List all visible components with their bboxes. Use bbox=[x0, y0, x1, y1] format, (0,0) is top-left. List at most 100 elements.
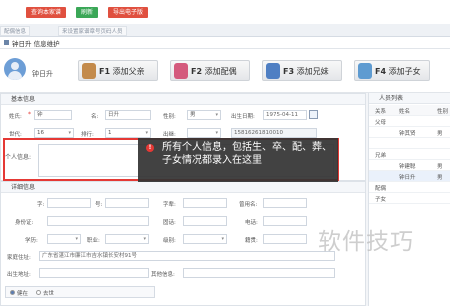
sex-cell: 男 bbox=[437, 175, 443, 181]
export-button[interactable]: 导出电子版 bbox=[108, 7, 148, 18]
calendar-icon[interactable] bbox=[309, 110, 318, 119]
name-cell: 钟日升 bbox=[399, 175, 416, 181]
grid-icon bbox=[4, 40, 9, 45]
address-field[interactable]: 广东省湛江市廉江市吉水镇长安村91号 bbox=[39, 251, 335, 261]
generation-char-field[interactable] bbox=[183, 198, 227, 208]
top-toolbar: 查询本家谱 刷新 导出电子版 bbox=[0, 0, 450, 24]
list-item[interactable]: 兄弟 bbox=[369, 149, 450, 160]
relation-cell: 配偶 bbox=[375, 186, 387, 192]
occupation-label: 职业: bbox=[87, 238, 100, 244]
watermark: 软件技巧 bbox=[318, 229, 414, 255]
required-mark: * bbox=[28, 111, 31, 118]
list-item[interactable]: 配偶 bbox=[369, 182, 450, 193]
origin-select[interactable] bbox=[187, 128, 221, 138]
courtesy-name-field[interactable] bbox=[47, 198, 91, 208]
deceased-radio[interactable] bbox=[36, 290, 41, 295]
member-list-header: 关系 姓名 性别 bbox=[369, 105, 450, 116]
action-label: 添加子女 bbox=[388, 67, 421, 76]
art-name-field[interactable] bbox=[105, 198, 149, 208]
id-number-field[interactable]: 15816261810010 bbox=[231, 128, 317, 138]
occupation-select[interactable] bbox=[105, 234, 149, 244]
rank-label: 排行: bbox=[81, 132, 94, 138]
add-spouse-button[interactable]: F2 添加配偶 bbox=[170, 60, 250, 81]
birth-date-label: 出生日期: bbox=[231, 114, 255, 120]
warning-icon: ! bbox=[146, 144, 154, 152]
tab-bar: 配偶信息 来设置家谱章号页码人员 bbox=[0, 24, 450, 37]
profile-strip: 钟日升 F1 添加父亲 F2 添加配偶 F3 添加兄妹 F4 添加子女 bbox=[0, 49, 450, 93]
list-item[interactable]: 钟日升 男 bbox=[369, 171, 450, 182]
shortcut-key: F1 bbox=[99, 67, 111, 76]
surname-label: 姓氏: bbox=[9, 114, 22, 120]
title-bar: 钟日升 信息维护 bbox=[0, 37, 450, 49]
native-place-field[interactable] bbox=[263, 234, 307, 244]
page-title: 钟日升 信息维护 bbox=[12, 40, 60, 48]
courtesy-name-label: 字: bbox=[37, 202, 45, 208]
given-name-field[interactable]: 日升 bbox=[105, 110, 151, 120]
given-name-label: 名: bbox=[91, 114, 99, 120]
birth-date-field[interactable]: 1975-04-11 bbox=[263, 110, 307, 120]
member-list-panel: 人员列表 关系 姓名 性别 父母 钟其贤 男 兄弟 钟建聪 男 钟日升 男 配偶… bbox=[368, 93, 450, 306]
name-cell: 钟其贤 bbox=[399, 131, 416, 137]
origin-label: 出继: bbox=[163, 132, 176, 138]
phone-label: 电话: bbox=[245, 220, 258, 226]
name-cell: 钟建聪 bbox=[399, 164, 416, 170]
relation-cell: 子女 bbox=[375, 197, 387, 203]
query-genealogy-button[interactable]: 查询本家谱 bbox=[26, 7, 66, 18]
spouse-icon bbox=[174, 63, 188, 79]
gender-select[interactable]: 男 bbox=[187, 110, 221, 120]
alive-radio[interactable] bbox=[10, 290, 15, 295]
status-radio-group: 健在 去世 bbox=[5, 286, 155, 298]
refresh-button[interactable]: 刷新 bbox=[76, 7, 98, 18]
add-father-button[interactable]: F1 添加父亲 bbox=[78, 60, 158, 81]
education-select[interactable] bbox=[47, 234, 81, 244]
education-label: 学历: bbox=[25, 238, 38, 244]
tab-page-setting[interactable]: 来设置家谱章号页码人员 bbox=[58, 26, 127, 36]
section-header: 人员列表 bbox=[369, 93, 450, 104]
list-item[interactable]: 父母 bbox=[369, 116, 450, 127]
avatar bbox=[4, 58, 26, 80]
column-header: 关系 bbox=[375, 109, 387, 115]
birthplace-field[interactable] bbox=[39, 268, 149, 278]
former-name-label: 曾用名: bbox=[239, 202, 258, 208]
former-name-field[interactable] bbox=[263, 198, 307, 208]
list-item[interactable] bbox=[369, 138, 450, 149]
column-header: 姓名 bbox=[399, 109, 411, 115]
other-info-field[interactable] bbox=[183, 268, 335, 278]
father-icon bbox=[82, 63, 96, 79]
tab-spouse-info[interactable]: 配偶信息 bbox=[0, 26, 31, 36]
alive-label: 健在 bbox=[17, 291, 29, 297]
landline-label: 固话: bbox=[163, 220, 176, 226]
relation-cell: 兄弟 bbox=[375, 153, 387, 159]
list-item[interactable]: 钟其贤 男 bbox=[369, 127, 450, 138]
person-name: 钟日升 bbox=[32, 70, 53, 78]
add-sibling-button[interactable]: F3 添加兄妹 bbox=[262, 60, 342, 81]
shortcut-key: F3 bbox=[283, 67, 295, 76]
address-label: 家庭住址: bbox=[7, 255, 31, 261]
deceased-label: 去世 bbox=[43, 291, 55, 297]
list-item[interactable]: 钟建聪 男 bbox=[369, 160, 450, 171]
action-label: 添加兄妹 bbox=[296, 67, 329, 76]
native-place-label: 籍贯: bbox=[245, 238, 258, 244]
list-item[interactable]: 子女 bbox=[369, 193, 450, 204]
rank-select[interactable]: 1 bbox=[105, 128, 151, 138]
siblings-icon bbox=[266, 63, 280, 79]
phone-field[interactable] bbox=[263, 216, 307, 226]
surname-field[interactable]: 钟 bbox=[34, 110, 72, 120]
gender-label: 性别: bbox=[163, 114, 176, 120]
tip-popup: ! 所有个人信息，包括生、卒、配、葬、子女情况都录入在这里 bbox=[138, 138, 338, 182]
relation-cell: 父母 bbox=[375, 120, 387, 126]
id-card-field[interactable] bbox=[47, 216, 149, 226]
action-label: 添加配偶 bbox=[204, 67, 237, 76]
generation-select[interactable]: 16 bbox=[34, 128, 74, 138]
level-select[interactable] bbox=[183, 234, 227, 244]
level-label: 级别: bbox=[163, 238, 176, 244]
section-header: 基本信息 bbox=[1, 94, 365, 105]
detail-info-section: 详细信息 字: 号: 字辈: 曾用名: 身份证: 固话: 电话: 学历: 职业:… bbox=[0, 181, 366, 306]
generation-char-label: 字辈: bbox=[163, 202, 176, 208]
child-icon bbox=[358, 63, 372, 79]
column-header: 性别 bbox=[437, 109, 449, 115]
sex-cell: 男 bbox=[437, 131, 443, 137]
action-label: 添加父亲 bbox=[112, 67, 145, 76]
add-child-button[interactable]: F4 添加子女 bbox=[354, 60, 430, 81]
landline-field[interactable] bbox=[183, 216, 227, 226]
